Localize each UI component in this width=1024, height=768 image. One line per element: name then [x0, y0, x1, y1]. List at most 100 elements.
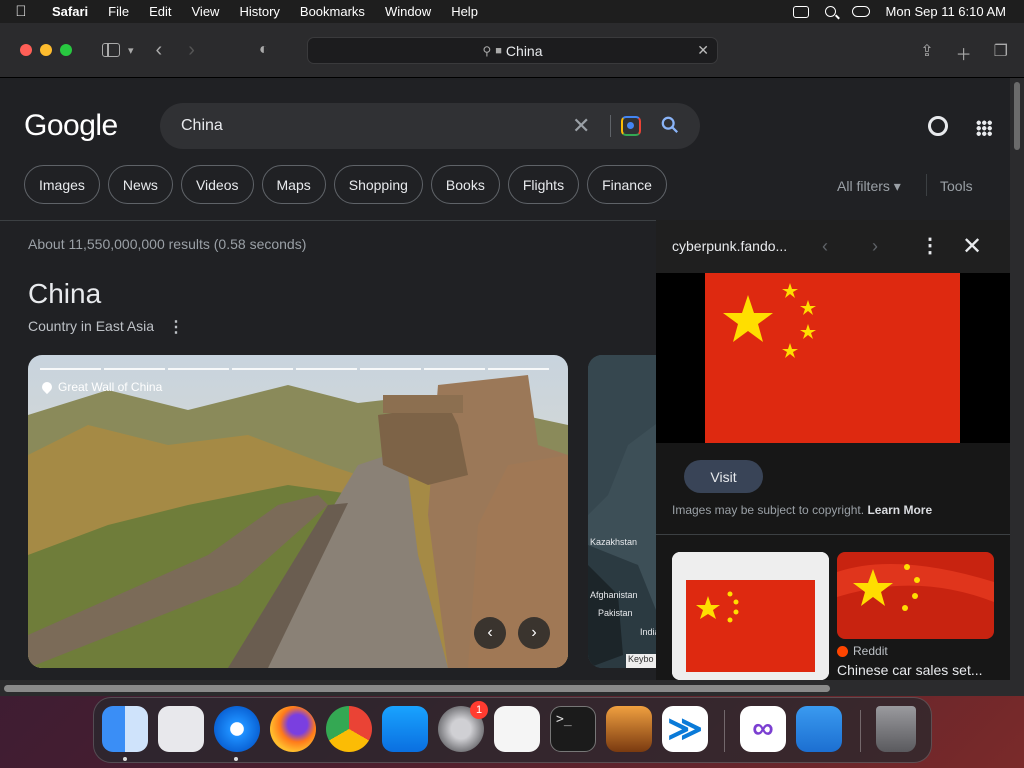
close-panel-icon[interactable]: ✕: [962, 232, 982, 261]
search-icon[interactable]: [661, 116, 679, 134]
address-bar[interactable]: ⚲ ■ China ✕: [307, 37, 718, 64]
great-wall-image[interactable]: Great Wall of China ‹ ›: [28, 355, 568, 668]
entity-title: China: [28, 278, 102, 309]
horizontal-scrollbar[interactable]: [0, 680, 1024, 696]
chip-flights[interactable]: Flights: [507, 165, 580, 204]
flag-thumbnail-1: [672, 552, 829, 680]
dock-separator: [860, 710, 861, 752]
all-filters-button[interactable]: All filters ▾: [837, 178, 901, 195]
selected-image[interactable]: [656, 273, 1010, 443]
trash-icon[interactable]: [876, 706, 916, 752]
close-window-icon[interactable]: [20, 44, 32, 56]
sidebar-toggle-icon[interactable]: [102, 43, 120, 57]
image-source-link[interactable]: cyberpunk.fando...: [672, 238, 787, 254]
result-stats: About 11,550,000,000 results (0.58 secon…: [28, 236, 307, 252]
apple-menu-icon[interactable]: : [0, 3, 42, 20]
spotlight-search-icon[interactable]: [824, 6, 836, 17]
lock-icon: ■: [495, 44, 502, 57]
next-image-button[interactable]: ›: [518, 617, 550, 649]
menu-view[interactable]: View: [182, 4, 230, 19]
finder-icon[interactable]: [102, 706, 148, 752]
chip-videos[interactable]: Videos: [180, 165, 254, 204]
safari-icon[interactable]: [214, 706, 260, 752]
menu-help[interactable]: Help: [441, 4, 488, 19]
related-source[interactable]: Reddit: [837, 644, 888, 658]
back-icon[interactable]: ‹: [156, 39, 163, 62]
menu-clock[interactable]: Mon Sep 11 6:10 AM: [886, 4, 1006, 19]
menu-app-name[interactable]: Safari: [42, 4, 98, 19]
vertical-scroll-thumb[interactable]: [1014, 82, 1020, 150]
garageband-icon[interactable]: [606, 706, 652, 752]
search-filter-chips: Images News Videos Maps Shopping Books F…: [24, 165, 667, 204]
menu-edit[interactable]: Edit: [139, 4, 181, 19]
new-tab-icon[interactable]: ＋: [956, 41, 972, 65]
previous-image-button[interactable]: ‹: [474, 617, 506, 649]
privacy-shield-icon[interactable]: ◐: [259, 41, 269, 59]
tools-separator: [926, 174, 927, 196]
forward-icon[interactable]: ›: [188, 39, 195, 62]
image-viewer-header: cyberpunk.fando... ‹ › ⋮ ✕: [656, 220, 1010, 273]
chip-images[interactable]: Images: [24, 165, 100, 204]
app-store-icon[interactable]: [382, 706, 428, 752]
clear-address-icon[interactable]: ✕: [697, 42, 709, 59]
chip-finance[interactable]: Finance: [587, 165, 667, 204]
menu-bookmarks[interactable]: Bookmarks: [290, 4, 375, 19]
chip-books[interactable]: Books: [430, 165, 500, 204]
progress-segment: [232, 368, 293, 370]
previous-image-icon[interactable]: ‹: [822, 236, 828, 257]
chrome-icon[interactable]: [326, 706, 372, 752]
visit-button[interactable]: Visit: [684, 460, 763, 493]
menu-file[interactable]: File: [98, 4, 139, 19]
related-image-1[interactable]: [672, 552, 829, 680]
search-box[interactable]: China ✕: [160, 103, 700, 149]
vscode-icon[interactable]: ≫: [662, 706, 708, 752]
related-title[interactable]: Chinese car sales set...: [837, 662, 983, 678]
image-location-label[interactable]: Great Wall of China: [39, 379, 163, 395]
search-input[interactable]: China: [181, 117, 223, 135]
google-logo[interactable]: Google: [24, 109, 118, 143]
chip-maps[interactable]: Maps: [261, 165, 326, 204]
notification-badge: 1: [470, 701, 488, 719]
all-filters-label: All filters: [837, 178, 890, 194]
horizontal-scroll-thumb[interactable]: [4, 685, 830, 692]
location-text: Great Wall of China: [58, 380, 163, 394]
minimize-window-icon[interactable]: [40, 44, 52, 56]
menu-window[interactable]: Window: [375, 4, 441, 19]
zoom-window-icon[interactable]: [60, 44, 72, 56]
textedit-icon[interactable]: [494, 706, 540, 752]
search-divider: [610, 115, 611, 137]
google-apps-icon[interactable]: [976, 120, 992, 136]
learn-more-link[interactable]: Learn More: [867, 503, 932, 517]
chevron-down-icon[interactable]: ▾: [128, 44, 134, 57]
related-image-2[interactable]: [837, 552, 994, 639]
share-icon[interactable]: ⇪: [920, 41, 933, 65]
settings-gear-icon[interactable]: [928, 116, 948, 136]
entity-subtitle: Country in East Asia: [28, 318, 155, 334]
more-options-icon[interactable]: ⋮: [168, 317, 184, 337]
search-icon: ⚲: [482, 43, 492, 58]
running-indicator: [123, 757, 127, 761]
location-pin-icon: [39, 379, 55, 395]
launchpad-icon[interactable]: [158, 706, 204, 752]
google-lens-icon[interactable]: [621, 116, 641, 136]
firefox-icon[interactable]: [270, 706, 316, 752]
chip-shopping[interactable]: Shopping: [333, 165, 423, 204]
control-center-icon[interactable]: [851, 6, 870, 17]
menu-history[interactable]: History: [229, 4, 289, 19]
clear-search-icon[interactable]: ✕: [572, 113, 590, 139]
terminal-icon[interactable]: >_: [550, 706, 596, 752]
chip-news[interactable]: News: [107, 165, 173, 204]
screen-mirroring-icon[interactable]: [792, 5, 809, 18]
weather-icon[interactable]: [796, 706, 842, 752]
tab-overview-icon[interactable]: ❐: [994, 41, 1008, 65]
tools-button[interactable]: Tools: [940, 178, 973, 194]
progress-segment: [104, 368, 165, 370]
map-label-kazakhstan: Kazakhstan: [590, 537, 638, 547]
next-image-icon[interactable]: ›: [872, 236, 878, 257]
dock-separator: [724, 710, 725, 752]
china-flag-image: [705, 273, 960, 443]
visual-studio-icon[interactable]: ∞: [740, 706, 786, 752]
menu-bar:  Safari File Edit View History Bookmark…: [0, 0, 1024, 23]
vertical-scrollbar[interactable]: [1010, 78, 1024, 680]
more-options-icon[interactable]: ⋮: [920, 233, 940, 258]
